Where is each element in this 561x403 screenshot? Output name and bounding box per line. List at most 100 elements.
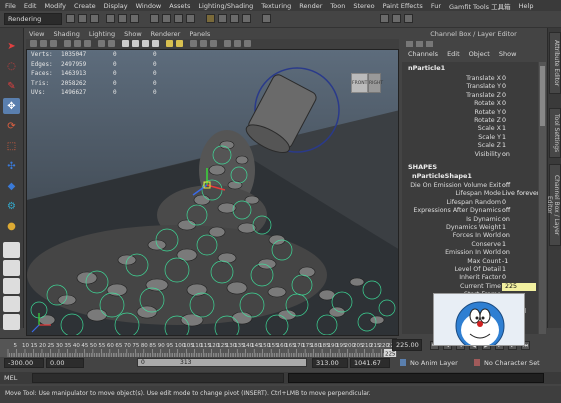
channel-value[interactable]: 0 [502,274,506,282]
channel-row[interactable]: Translate Y0 [402,83,538,91]
menu-toon[interactable]: Toon [330,2,345,10]
shadows-icon[interactable] [176,40,183,47]
hypershade-layout-icon[interactable] [3,314,20,330]
channel-value[interactable]: 1 [502,125,506,133]
channel-value[interactable]: 1 [502,134,506,142]
xray-joints-icon[interactable] [244,40,251,47]
channel-row[interactable]: Lifespan Random0 [402,199,538,207]
rotate-tool-icon[interactable]: ⟳ [3,118,20,134]
channel-value[interactable]: 0 [502,100,506,108]
menu-create[interactable]: Create [74,2,96,10]
channel-row[interactable]: Is Dynamicon [402,216,538,224]
channel-menu-show[interactable]: Show [499,50,517,60]
channel-row[interactable]: Scale X1 [402,125,538,133]
channel-row[interactable]: Max Count-1 [402,258,538,266]
mel-label[interactable]: MEL [4,374,17,382]
four-view-layout-icon[interactable] [3,260,20,276]
channel-row[interactable]: Current Time 225 [402,282,538,292]
universal-manip-icon[interactable]: ✣ [3,158,20,174]
persp-outliner-layout-icon[interactable] [3,278,20,294]
channel-value[interactable]: 0 [502,117,506,125]
anim-end-field[interactable]: 1041.67 [350,358,390,368]
show-channel-box-icon[interactable] [404,14,413,23]
channel-value[interactable]: 1 [502,241,506,249]
channel-box-toggle-icon[interactable] [406,41,413,47]
camera-attrs-icon[interactable] [30,40,37,47]
new-scene-icon[interactable] [66,14,75,23]
isolate-select-icon[interactable] [224,40,231,47]
menu-render[interactable]: Render [299,2,322,10]
perspective-viewport[interactable]: Verts: 1035047 0 0 Edges: 2497959 0 0 Faces: 1463… [26,49,399,336]
menu-assets[interactable]: Assets [169,2,190,10]
panel-menu-view[interactable]: View [29,30,44,39]
use-all-lights-icon[interactable] [166,40,173,47]
film-gate-icon[interactable] [74,40,81,47]
ipr-render-icon[interactable] [230,14,239,23]
open-scene-icon[interactable] [78,14,87,23]
channel-value[interactable]: on [502,232,510,240]
safe-title-icon[interactable] [108,40,115,47]
snap-grid-icon[interactable] [150,14,159,23]
shape-name[interactable]: nParticleShape1 [412,172,472,180]
motion-blur-icon[interactable] [200,40,207,47]
image-plane-icon[interactable] [50,40,57,47]
channel-value[interactable]: 1 [502,224,506,232]
panel-menu-show[interactable]: Show [124,30,142,39]
last-tool-icon[interactable]: ● [3,218,20,234]
channel-value[interactable]: off [502,207,510,215]
history-icon[interactable] [206,14,215,23]
channel-value[interactable]: off [502,182,510,190]
channel-row[interactable]: Inherit Factor0 [402,274,538,282]
grid-toggle-icon[interactable] [64,40,71,47]
channel-value[interactable]: 225 [502,282,536,292]
menu-display[interactable]: Display [104,2,128,10]
layer-editor-toggle-icon[interactable] [416,41,423,47]
object-name[interactable]: nParticle1 [408,64,445,72]
safe-action-icon[interactable] [98,40,105,47]
menu-paint-effects[interactable]: Paint Effects [383,2,423,10]
channel-value[interactable]: on [502,249,510,257]
select-object-icon[interactable] [118,14,127,23]
anim-start-field[interactable]: -300.00 [4,358,44,368]
menu-help[interactable]: Help [519,2,534,10]
select-tool-icon[interactable]: ➤ [3,38,20,54]
channel-row[interactable]: Rotate X0 [402,100,538,108]
menu-file[interactable]: File [5,2,16,10]
textured-icon[interactable] [152,40,159,47]
menu-texturing[interactable]: Texturing [261,2,291,10]
channel-menu-object[interactable]: Object [469,50,490,60]
multisample-icon[interactable] [210,40,217,47]
channel-value[interactable]: 0 [502,92,506,100]
wireframe-icon[interactable] [122,40,129,47]
lasso-tool-icon[interactable]: ◌ [3,58,20,74]
menu-gamfit-tools[interactable]: Gamfit Tools 工具箱 [449,1,511,11]
snap-plane-icon[interactable] [186,14,195,23]
soft-mod-icon[interactable]: ◆ [3,178,20,194]
channel-value[interactable]: 1 [502,266,506,274]
character-set-dropdown[interactable]: No Character Set [484,359,540,367]
single-perspective-layout-icon[interactable] [3,242,20,258]
view-cube-right[interactable]: RIGHT [368,73,383,93]
channel-row[interactable]: Expressions After Dynamicsoff [402,207,538,215]
panel-menu-panels[interactable]: Panels [189,30,210,39]
channel-menu-channels[interactable]: Channels [408,50,438,60]
panel-menu-shading[interactable]: Shading [53,30,79,39]
input-line-icon[interactable] [262,14,271,23]
paint-select-tool-icon[interactable]: ✎ [3,78,20,94]
playback-end-field[interactable]: 313.00 [312,358,348,368]
resolution-gate-icon[interactable] [84,40,91,47]
channel-row[interactable]: Scale Y1 [402,134,538,142]
wireframe-on-shaded-icon[interactable] [142,40,149,47]
channel-row[interactable]: Conserve1 [402,241,538,249]
render-settings-icon[interactable] [242,14,251,23]
channel-box-scroll-thumb[interactable] [540,66,545,126]
menu-fur[interactable]: Fur [431,2,441,10]
smooth-shade-icon[interactable] [132,40,139,47]
tab-attribute-editor[interactable]: Attribute Editor [549,32,561,94]
channel-row[interactable]: Dynamics Weight1 [402,224,538,232]
command-input[interactable] [32,373,284,383]
channel-value[interactable]: on [502,151,510,159]
channel-value[interactable]: on [502,216,510,224]
channel-row[interactable]: Rotate Z0 [402,117,538,125]
channel-value[interactable]: Live forever [502,190,538,198]
